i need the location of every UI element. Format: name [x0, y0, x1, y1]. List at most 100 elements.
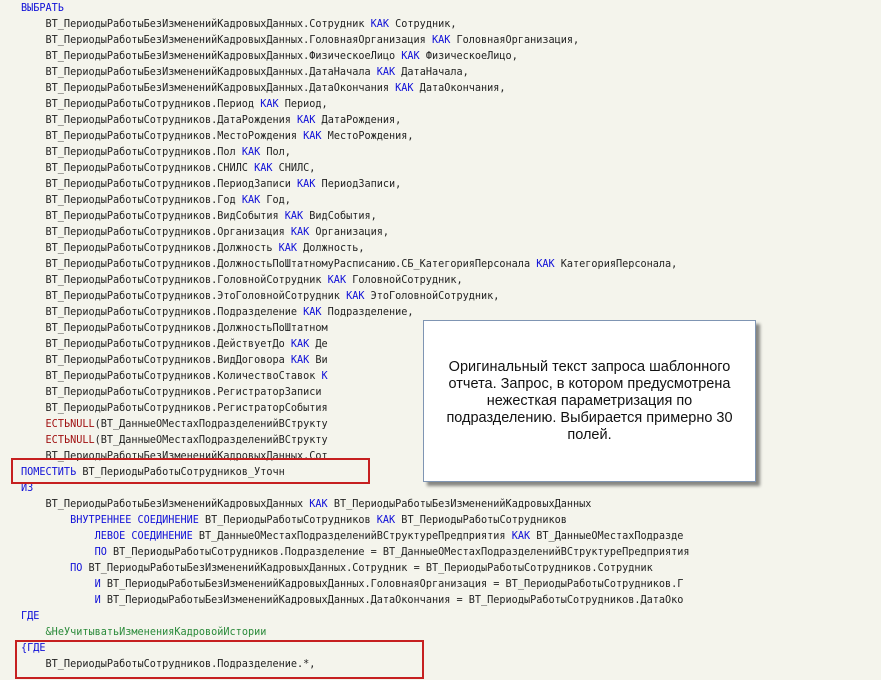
code-token: Организация, [309, 227, 390, 238]
code-line: ВТ_ПериодыРаботыСотрудников.ВидДоговора … [21, 353, 328, 369]
code-token: ВТ_ПериодыРаботыСотрудников.ГоловнойСотр… [21, 275, 328, 286]
keyword-token: КАК [303, 307, 322, 318]
code-line: ПО ВТ_ПериодыРаботыБезИзмененийКадровыхД… [21, 561, 653, 577]
keyword-token: КАК [376, 67, 396, 78]
code-token: ГоловнаяОрганизация, [450, 35, 580, 46]
callout-line: полей. [567, 426, 612, 443]
code-token: ВТ_ПериодыРаботыСотрудников.РегистраторЗ… [21, 387, 322, 398]
code-line: ВТ_ПериодыРаботыСотрудников.ГоловнойСотр… [21, 273, 463, 289]
keyword-token: КАК [401, 51, 420, 62]
keyword-token: КАК [290, 339, 310, 350]
keyword-token: ПО [94, 547, 107, 558]
code-line: ПОМЕСТИТЬ ВТ_ПериодыРаботыСотрудников_Ут… [21, 465, 285, 481]
keyword-token: КАК [297, 179, 316, 190]
code-token: ВТ_ПериодыРаботыБезИзмененийКадровыхДанн… [100, 579, 684, 590]
code-token: ВТ_ПериодыРаботыСотрудников.ДолжностьПоШ… [21, 259, 537, 270]
keyword-token: КАК [297, 115, 316, 126]
code-line: ВТ_ПериодыРаботыБезИзмененийКадровыхДанн… [21, 49, 518, 65]
code-token: ВТ_ПериодыРаботыСотрудников.Подразделени… [21, 659, 316, 670]
code-token: ВТ_ПериодыРаботыБезИзмененийКадровыхДанн… [21, 499, 310, 510]
keyword-token: К [321, 371, 328, 382]
code-token: Пол, [260, 147, 291, 158]
code-token: ВТ_ПериодыРаботыСотрудников.ПериодЗаписи [21, 179, 298, 190]
code-line: ВТ_ПериодыРаботыСотрудников.ПериодЗаписи… [21, 177, 402, 193]
code-token: ВТ_ПериодыРаботыСотрудников.ДействуетДо [21, 339, 291, 350]
keyword-token: КАК [536, 259, 555, 270]
keyword-token: ПОМЕСТИТЬ [21, 467, 77, 478]
code-token: ВТ_ПериодыРаботыСотрудников.МестоРождени… [21, 131, 304, 142]
code-token: Должность, [297, 243, 365, 254]
code-line: ВТ_ПериодыРаботыБезИзмененийКадровыхДанн… [21, 497, 592, 513]
callout-text: Оригинальный текст запроса шаблонного от… [446, 359, 732, 444]
code-line: ГДЕ [21, 609, 39, 625]
code-token: ВТ_ПериодыРаботыСотрудников.КоличествоСт… [21, 371, 322, 382]
code-token: СНИЛС, [272, 163, 316, 174]
code-token: Сотрудник, [389, 19, 457, 30]
code-line: ВНУТРЕННЕЕ СОЕДИНЕНИЕ ВТ_ПериодыРаботыСо… [21, 513, 567, 529]
keyword-token: ИЗ [21, 483, 34, 494]
code-line: ВТ_ПериодыРаботыСотрудников.РегистраторС… [21, 401, 328, 417]
code-token: ВТ_ПериодыРаботыБезИзмененийКадровыхДанн… [82, 563, 653, 574]
code-token: ВТ_ПериодыРаботыСотрудников.Период [21, 99, 261, 110]
code-line: ВТ_ПериодыРаботыСотрудников.СНИЛС КАК СН… [21, 161, 316, 177]
keyword-token: ГДЕ [21, 611, 40, 622]
parameter-token: &НеУчитыватьИзмененияКадровойИстории [45, 627, 267, 638]
code-line: И ВТ_ПериодыРаботыБезИзмененийКадровыхДа… [21, 577, 684, 593]
code-token: ВТ_ПериодыРаботыСотрудников.Пол [21, 147, 242, 158]
code-line: ИЗ [21, 481, 33, 497]
code-line: ВТ_ПериодыРаботыСотрудников.ДолжностьПоШ… [21, 257, 678, 273]
keyword-token: КАК [254, 163, 273, 174]
code-line: И ВТ_ПериодыРаботыБезИзмененийКадровыхДа… [21, 593, 684, 609]
keyword-token: КАК [241, 147, 261, 158]
code-token: ВТ_ПериодыРаботыБезИзмененийКадровыхДанн… [327, 499, 592, 510]
keyword-token: КАК [290, 227, 310, 238]
code-line: ВТ_ПериодыРаботыСотрудников.МестоРождени… [21, 129, 414, 145]
code-token: Период, [278, 99, 328, 110]
keyword-token: КАК [327, 275, 347, 286]
code-token: ВТ_ПериодыРаботыСотрудников [198, 515, 377, 526]
code-token: ВТ_ПериодыРаботыБезИзмененийКадровыхДанн… [21, 19, 371, 30]
code-token: ВТ_ПериодыРаботыСотрудников.Организация [21, 227, 291, 238]
code-token: ВидСобытия, [303, 211, 377, 222]
keyword-token: КАК [284, 211, 304, 222]
code-token: ДатаРождения, [315, 115, 402, 126]
callout-line: подразделению. Выбирается примерно 30 [446, 409, 733, 426]
code-line: ВТ_ПериодыРаботыСотрудников.ДействуетДо … [21, 337, 328, 353]
keyword-token: КАК [395, 83, 414, 94]
callout-line: нежесткая параметризация по [486, 392, 693, 409]
code-token: КатегорияПерсонала, [554, 259, 678, 270]
code-token: ВТ_ПериодыРаботыБезИзмененийКадровыхДанн… [21, 83, 396, 94]
keyword-token: КАК [346, 291, 365, 302]
code-token: ВТ_ДанныеОМестахПодразделенийВСтруктуреП… [192, 531, 512, 542]
code-token: ФизическоеЛицо, [419, 51, 518, 62]
code-line: ВТ_ПериодыРаботыСотрудников.ЭтоГоловнойС… [21, 289, 500, 305]
keyword-token: ВЫБРАТЬ [21, 3, 64, 14]
code-token: ВТ_ПериодыРаботыБезИзмененийКадровыхДанн… [100, 595, 684, 606]
keyword-token: КАК [376, 515, 396, 526]
keyword-token: {ГДЕ [21, 643, 46, 654]
code-line: ВТ_ПериодыРаботыСотрудников.Год КАК Год, [21, 193, 291, 209]
code-line: ВТ_ПериодыРаботыСотрудников.ВидСобытия К… [21, 209, 377, 225]
keyword-token: КАК [511, 531, 531, 542]
code-line: ВТ_ПериодыРаботыСотрудников.Подразделени… [21, 657, 316, 673]
code-token: ВТ_ПериодыРаботыСотрудников.ДатаРождения [21, 115, 298, 126]
keyword-token: КАК [241, 195, 261, 206]
code-line: ПО ВТ_ПериодыРаботыСотрудников.Подраздел… [21, 545, 690, 561]
code-token: Ви [309, 355, 328, 366]
code-token: Подразделение, [321, 307, 414, 318]
code-token: МестоРождения, [321, 131, 414, 142]
code-line: ВТ_ПериодыРаботыСотрудников.КоличествоСт… [21, 369, 328, 385]
code-token: ГоловнойСотрудник, [346, 275, 463, 286]
code-line: ВТ_ПериодыРаботыБезИзмененийКадровыхДанн… [21, 81, 506, 97]
code-token: ВТ_ПериодыРаботыСотрудников.Подразделени… [21, 307, 304, 318]
code-token: ВТ_ПериодыРаботыСотрудников.Год [21, 195, 242, 206]
callout-note: Оригинальный текст запроса шаблонного от… [423, 320, 756, 482]
code-token: Год, [260, 195, 291, 206]
